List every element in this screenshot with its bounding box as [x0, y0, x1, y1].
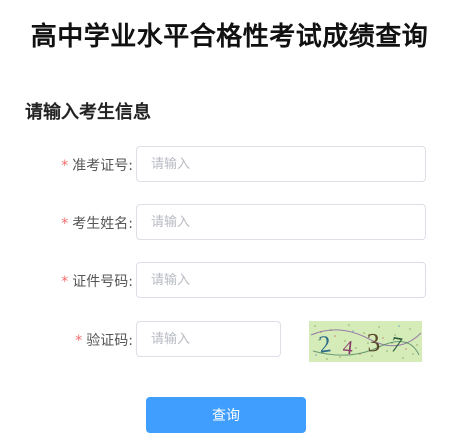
captcha-graphic: 2 4 3 7 [309, 321, 422, 362]
required-mark: * [75, 333, 83, 349]
query-button[interactable]: 查询 [146, 397, 306, 433]
student-name-label-text: 考生姓名: [72, 216, 133, 232]
id-number-label-text: 证件号码: [72, 274, 133, 290]
exam-number-input[interactable] [136, 146, 426, 182]
captcha-image[interactable]: 2 4 3 7 [309, 321, 422, 362]
student-name-label: * 考生姓名: [61, 213, 133, 233]
exam-number-label: * 准考证号: [61, 155, 133, 175]
captcha-input[interactable] [136, 321, 281, 357]
page-title: 高中学业水平合格性考试成绩查询 [30, 22, 429, 52]
required-mark: * [61, 274, 69, 290]
captcha-char-3: 3 [366, 328, 381, 358]
exam-number-label-text: 准考证号: [72, 158, 133, 174]
captcha-label-text: 验证码: [86, 333, 133, 349]
captcha-label: * 验证码: [75, 330, 133, 350]
required-mark: * [61, 158, 69, 174]
score-query-page: 高中学业水平合格性考试成绩查询 请输入考生信息 *准考证号: *考生姓名: *证… [0, 0, 459, 447]
section-title: 请输入考生信息 [25, 102, 151, 123]
id-number-label: * 证件号码: [61, 271, 133, 291]
required-mark: * [61, 216, 69, 232]
id-number-input[interactable] [136, 262, 426, 298]
student-name-input[interactable] [136, 204, 426, 240]
